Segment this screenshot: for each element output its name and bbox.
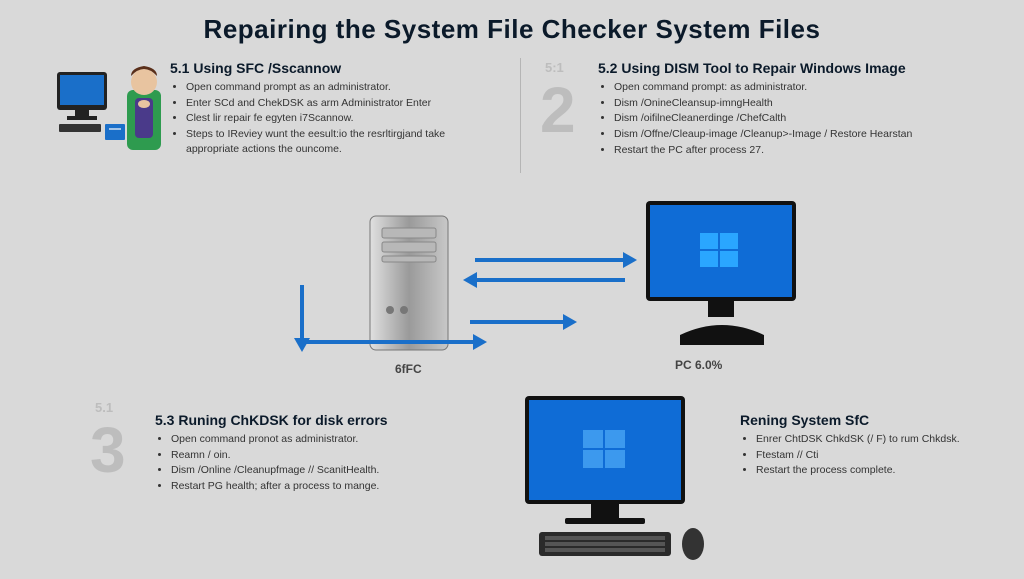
section-dism-bullets: Open command prompt: as administrator. D… bbox=[598, 80, 998, 157]
section-sfc-bullets: Open command prompt as an administrator.… bbox=[170, 80, 490, 156]
section-chkdsk-number: 3 bbox=[90, 418, 126, 482]
list-item: Clest lir repair fe egyten i7Scannow. bbox=[186, 111, 490, 126]
list-item: Ftestam // Cti bbox=[756, 448, 1010, 463]
section-rening: Rening System SfC Enrer ChtDSK ChkdSK (/… bbox=[740, 412, 1010, 479]
windows-monitor-icon bbox=[640, 195, 805, 355]
section-sfc-heading: 5.1 Using SFC /Sscannow bbox=[170, 60, 490, 76]
section-chkdsk: 5.3 Runing ChKDSK for disk errors Open c… bbox=[155, 412, 485, 495]
section-chkdsk-heading: 5.3 Runing ChKDSK for disk errors bbox=[155, 412, 485, 428]
arrow-right-icon bbox=[475, 258, 625, 262]
list-item: Dism /Online /Cleanupfmage // ScanitHeal… bbox=[171, 463, 485, 478]
list-item: Open command prompt: as administrator. bbox=[614, 80, 998, 95]
section-chkdsk-bullets: Open command pronot as administrator. Re… bbox=[155, 432, 485, 494]
section-chkdsk-tag: 5.1 bbox=[95, 400, 113, 415]
monitor-label: PC 6.0% bbox=[675, 358, 722, 372]
section-dism-number: 2 bbox=[540, 78, 576, 142]
list-item: Enter SCd and ChekDSK as arm Administrat… bbox=[186, 96, 490, 111]
arrow-right-small-icon bbox=[470, 320, 565, 324]
section-dism-heading: 5.2 Using DISM Tool to Repair Windows Im… bbox=[598, 60, 998, 76]
list-item: Restart PG health; after a process to ma… bbox=[171, 479, 485, 494]
list-item: Dism /OnineCleansup-imngHealth bbox=[614, 96, 998, 111]
list-item: Restart the process complete. bbox=[756, 463, 1010, 478]
arrow-corner-vertical bbox=[300, 285, 304, 340]
list-item: Dism /oifilneCleanerdinge /ChefCalth bbox=[614, 111, 998, 126]
tower-label: 6fFC bbox=[395, 362, 422, 376]
section-dism: 5.2 Using DISM Tool to Repair Windows Im… bbox=[598, 60, 998, 158]
server-tower-icon bbox=[360, 210, 460, 360]
person-at-computer-icon bbox=[55, 60, 165, 170]
section-rening-bullets: Enrer ChtDSK ChkdSK (/ F) to rum Chkdsk.… bbox=[740, 432, 1010, 478]
list-item: Restart the PC after process 27. bbox=[614, 143, 998, 158]
section-dism-tag: 5:1 bbox=[545, 60, 564, 75]
list-item: Dism /Offne/Cleaup-image /Cleanup>-Image… bbox=[614, 127, 998, 142]
section-sfc: 5.1 Using SFC /Sscannow Open command pro… bbox=[170, 60, 490, 157]
desktop-setup-icon bbox=[495, 390, 715, 565]
list-item: Enrer ChtDSK ChkdSK (/ F) to rum Chkdsk. bbox=[756, 432, 1010, 447]
column-divider bbox=[520, 58, 521, 173]
list-item: Open command pronot as administrator. bbox=[171, 432, 485, 447]
arrow-down-right-icon bbox=[300, 340, 475, 344]
list-item: Steps to IReviey wunt the eesult:io the … bbox=[186, 127, 490, 156]
section-rening-heading: Rening System SfC bbox=[740, 412, 1010, 428]
list-item: Reamn / oin. bbox=[171, 448, 485, 463]
page-title: Repairing the System File Checker System… bbox=[0, 0, 1024, 45]
list-item: Open command prompt as an administrator. bbox=[186, 80, 490, 95]
arrow-left-icon bbox=[475, 278, 625, 282]
